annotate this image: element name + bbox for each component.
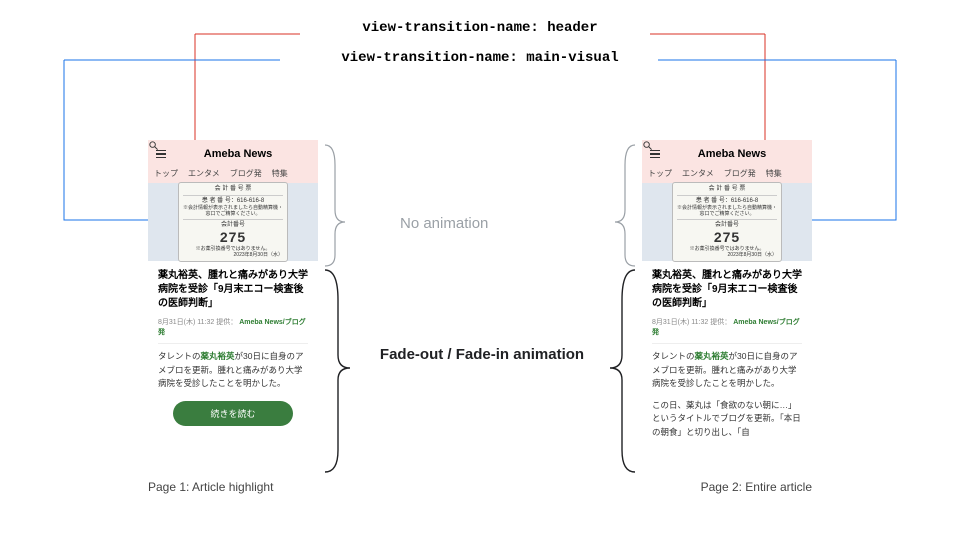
tab-blog[interactable]: ブログ発 — [230, 168, 262, 179]
phone2-main-visual: 会 計 番 号 票 患 者 番 号：616-616-8 ※会計情報が表示されまし… — [642, 183, 812, 261]
ticket-number: 275 — [677, 229, 777, 246]
ticket-date: 2023年8月30日（水） — [677, 252, 777, 258]
tab-blog[interactable]: ブログ発 — [724, 168, 756, 179]
ticket-title: 会 計 番 号 票 — [677, 186, 777, 193]
caption-page1: Page 1: Article highlight — [148, 480, 273, 494]
article-headline[interactable]: 薬丸裕英、腫れと痛みがあり大学病院を受診「9月末エコー検査後の医師判断」 — [652, 269, 802, 311]
vt-label-main: view-transition-name: main-visual — [0, 50, 960, 66]
ticket-date: 2023年8月30日（水） — [183, 252, 283, 258]
ticket-image: 会 計 番 号 票 患 者 番 号：616-616-8 ※会計情報が表示されまし… — [672, 182, 782, 262]
ticket-label: 会計番号 — [183, 222, 283, 229]
ticket-image: 会 計 番 号 票 患 者 番 号：616-616-8 ※会計情報が表示されまし… — [178, 182, 288, 262]
nav-tabs: トップ エンタメ ブログ発 特集 — [148, 164, 318, 183]
excerpt-pre: タレントの — [652, 351, 695, 361]
hamburger-icon[interactable] — [650, 150, 660, 159]
ticket-line2: ※会計情報が表示されましたら自動精算機・窓口でご精算ください。 — [677, 205, 777, 217]
article-headline[interactable]: 薬丸裕英、腫れと痛みがあり大学病院を受診「9月末エコー検査後の医師判断」 — [158, 269, 308, 311]
label-fade-animation: Fade-out / Fade-in animation — [352, 345, 612, 365]
meta-date: 8月31日(木) 11:32 — [652, 319, 708, 326]
excerpt-pre: タレントの — [158, 351, 201, 361]
connector-lines — [0, 0, 960, 540]
site-logo[interactable]: Ameba News — [204, 148, 272, 160]
article-meta: 8月31日(木) 11:32 提供： Ameba News/ブログ発 — [158, 317, 308, 337]
excerpt-link[interactable]: 薬丸裕英 — [695, 351, 729, 361]
tab-entertainment[interactable]: エンタメ — [188, 168, 220, 179]
article-meta: 8月31日(木) 11:32 提供： Ameba News/ブログ発 — [652, 317, 802, 337]
article-excerpt: タレントの薬丸裕英が30日に自身のアメブロを更新。腫れと痛みがあり大学病院を受診… — [158, 350, 308, 391]
brace-fade-right — [0, 0, 960, 540]
tab-feature[interactable]: 特集 — [766, 168, 782, 179]
brace-fade-left — [0, 0, 960, 540]
vt-label-header: view-transition-name: header — [0, 20, 960, 36]
meta-prefix: 提供： — [216, 319, 237, 326]
ticket-label: 会計番号 — [677, 222, 777, 229]
brace-noanim-left — [0, 0, 960, 540]
tab-top[interactable]: トップ — [154, 168, 178, 179]
meta-prefix: 提供： — [710, 319, 731, 326]
ticket-line2: ※会計情報が表示されましたら自動精算機・窓口でご精算ください。 — [183, 205, 283, 217]
phone2-body: 薬丸裕英、腫れと痛みがあり大学病院を受診「9月末エコー検査後の医師判断」 8月3… — [642, 261, 812, 448]
tab-entertainment[interactable]: エンタメ — [682, 168, 714, 179]
phone2-header: Ameba News トップ エンタメ ブログ発 特集 — [642, 140, 812, 183]
phone1-header: Ameba News トップ エンタメ ブログ発 特集 — [148, 140, 318, 183]
phone-page2: Ameba News トップ エンタメ ブログ発 特集 会 計 番 号 票 患 … — [642, 140, 812, 448]
brace-noanim-right — [0, 0, 960, 540]
ticket-title: 会 計 番 号 票 — [183, 186, 283, 193]
caption-page2: Page 2: Entire article — [701, 480, 812, 494]
site-logo[interactable]: Ameba News — [698, 148, 766, 160]
article-para2: この日、薬丸は「食欲のない朝に…」というタイトルでブログを更新。「本日の朝食」と… — [652, 399, 802, 440]
label-no-animation: No animation — [400, 215, 488, 232]
meta-date: 8月31日(木) 11:32 — [158, 319, 214, 326]
read-more-button[interactable]: 続きを読む — [173, 401, 293, 426]
tab-feature[interactable]: 特集 — [272, 168, 288, 179]
excerpt-link[interactable]: 薬丸裕英 — [201, 351, 235, 361]
hamburger-icon[interactable] — [156, 150, 166, 159]
tab-top[interactable]: トップ — [648, 168, 672, 179]
phone1-body: 薬丸裕英、腫れと痛みがあり大学病院を受診「9月末エコー検査後の医師判断」 8月3… — [148, 261, 318, 438]
phone-page1: Ameba News トップ エンタメ ブログ発 特集 会 計 番 号 票 患 … — [148, 140, 318, 438]
ticket-number: 275 — [183, 229, 283, 246]
phone1-main-visual: 会 計 番 号 票 患 者 番 号：616-616-8 ※会計情報が表示されまし… — [148, 183, 318, 261]
article-excerpt: タレントの薬丸裕英が30日に自身のアメブロを更新。腫れと痛みがあり大学病院を受診… — [652, 350, 802, 391]
nav-tabs: トップ エンタメ ブログ発 特集 — [642, 164, 812, 183]
